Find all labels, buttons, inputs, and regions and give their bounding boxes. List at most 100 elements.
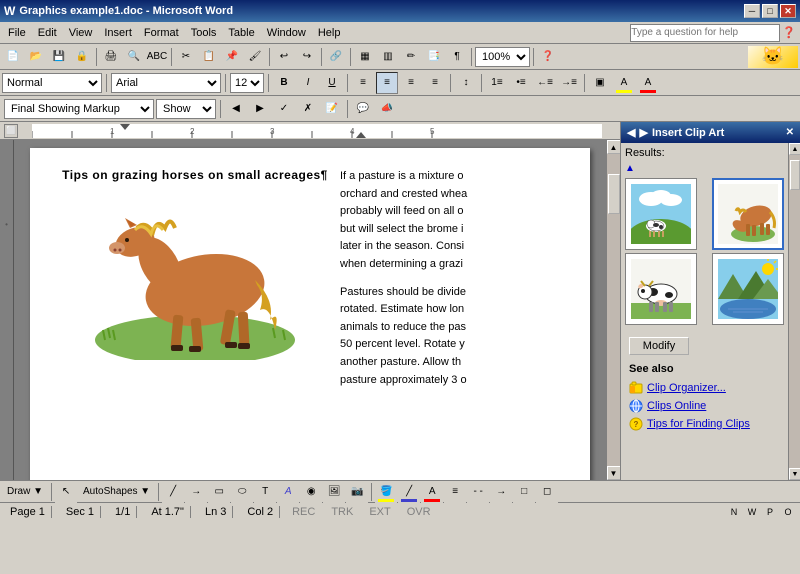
menu-insert[interactable]: Insert (98, 25, 138, 41)
format-painter-button[interactable]: 🖌 (244, 46, 266, 68)
font-color-draw-button[interactable]: A (421, 481, 443, 503)
line-spacing-button[interactable]: ↕ (455, 72, 477, 94)
panel-close-button[interactable]: ✕ (786, 127, 794, 138)
select-objects-button[interactable]: ↖ (55, 481, 77, 503)
panel-header-icons[interactable]: ✕ (786, 127, 794, 138)
textbox-button[interactable]: T (254, 481, 276, 503)
scroll-thumb[interactable] (608, 174, 620, 214)
copy-button[interactable]: 📋 (198, 46, 220, 68)
normal-view-button[interactable]: N (726, 505, 742, 519)
modify-button[interactable]: Modify (629, 337, 689, 355)
arrow-style-button[interactable]: → (490, 481, 512, 503)
hyperlink-button[interactable]: 🔗 (325, 46, 347, 68)
line-color-button[interactable]: ╱ (398, 481, 420, 503)
tips-link[interactable]: ? Tips for Finding Clips (625, 415, 796, 433)
autoshapes-button[interactable]: AutoShapes ▼ (78, 483, 155, 501)
clip-thumb-3[interactable] (625, 253, 697, 325)
menu-help[interactable]: Help (312, 25, 347, 41)
paste-button[interactable]: 📌 (221, 46, 243, 68)
numbering-button[interactable]: 1≡ (486, 72, 508, 94)
page-scroll-container[interactable]: Tips on grazing horses on small acreages… (14, 140, 606, 480)
highlight-button[interactable]: A (613, 72, 635, 94)
line-style-button[interactable]: ≡ (444, 481, 466, 503)
menu-file[interactable]: File (2, 25, 32, 41)
accept-change-button[interactable]: ✓ (273, 98, 295, 120)
bullets-button[interactable]: •≡ (510, 72, 532, 94)
cut-button[interactable]: ✂ (175, 46, 197, 68)
help-search-input[interactable] (630, 24, 780, 42)
diagram-button[interactable]: ◉ (300, 481, 322, 503)
print-layout-button[interactable]: P (762, 505, 778, 519)
scroll-track[interactable] (607, 154, 621, 466)
picture-button[interactable]: 📷 (346, 481, 368, 503)
wordart-button[interactable]: A (277, 481, 299, 503)
shadow-button[interactable]: □ (513, 481, 535, 503)
comment-button[interactable]: 💬 (352, 98, 374, 120)
panel-vertical-scroll[interactable]: ▲ ▼ (788, 143, 800, 480)
prev-change-button[interactable]: ◀ (225, 98, 247, 120)
panel-scroll-up-button[interactable]: ▲ (625, 163, 635, 174)
italic-button[interactable]: I (297, 72, 319, 94)
show-select[interactable]: Show (156, 99, 216, 119)
dash-style-button[interactable]: - - (467, 481, 489, 503)
clip-organizer-link[interactable]: Clip Organizer... (625, 379, 796, 397)
draw-menu-button[interactable]: Draw ▼ (2, 483, 48, 501)
style-select[interactable]: Normal (2, 73, 102, 93)
menu-edit[interactable]: Edit (32, 25, 63, 41)
decrease-indent-button[interactable]: ←≡ (534, 72, 556, 94)
panel-scroll-down-arrow[interactable]: ▼ (789, 468, 800, 480)
web-view-button[interactable]: W (744, 505, 760, 519)
zoom-select[interactable]: 100% 75% 150% (475, 47, 530, 67)
oval-button[interactable]: ⬭ (231, 481, 253, 503)
outside-border-button[interactable]: ▣ (589, 72, 611, 94)
table-button[interactable]: ▦ (354, 46, 376, 68)
save-button[interactable]: 💾 (48, 46, 70, 68)
fill-color-button[interactable]: 🪣 (375, 481, 397, 503)
review-mode-select[interactable]: Final Showing Markup Final Original (4, 99, 154, 119)
clipart-button[interactable]: 🖼 (323, 481, 345, 503)
track-changes-button[interactable]: 📝 (321, 98, 343, 120)
reject-change-button[interactable]: ✗ (297, 98, 319, 120)
menu-tools[interactable]: Tools (185, 25, 223, 41)
clips-online-link[interactable]: Clips Online (625, 397, 796, 415)
menu-table[interactable]: Table (222, 25, 260, 41)
increase-indent-button[interactable]: →≡ (558, 72, 580, 94)
outline-view-button[interactable]: O (780, 505, 796, 519)
rectangle-button[interactable]: ▭ (208, 481, 230, 503)
clip-thumb-2[interactable] (712, 178, 784, 250)
clip-art-back-icon[interactable]: ◀ (627, 126, 635, 139)
title-bar-controls[interactable]: ─ □ ✕ (744, 4, 796, 18)
new-button[interactable]: 📄 (2, 46, 24, 68)
panel-scroll-up-arrow[interactable]: ▲ (789, 143, 800, 155)
spell-button[interactable]: ABC (146, 46, 168, 68)
menu-view[interactable]: View (63, 25, 99, 41)
clip-thumb-1[interactable] (625, 178, 697, 250)
undo-button[interactable]: ↩ (273, 46, 295, 68)
menu-window[interactable]: Window (261, 25, 312, 41)
panel-scroll-thumb[interactable] (790, 160, 800, 190)
underline-button[interactable]: U (321, 72, 343, 94)
menu-format[interactable]: Format (138, 25, 185, 41)
line-button[interactable]: ╱ (162, 481, 184, 503)
redo-button[interactable]: ↪ (296, 46, 318, 68)
align-center-button[interactable]: ≡ (376, 72, 398, 94)
3d-button[interactable]: ◻ (536, 481, 558, 503)
font-select[interactable]: Arial (111, 73, 221, 93)
drawing-button[interactable]: ✏ (400, 46, 422, 68)
show-hide-button[interactable]: ¶ (446, 46, 468, 68)
print-button[interactable]: 🖨 (100, 46, 122, 68)
columns-button[interactable]: ▥ (377, 46, 399, 68)
open-button[interactable]: 📂 (25, 46, 47, 68)
new-comment-button[interactable]: 📣 (376, 98, 398, 120)
close-button[interactable]: ✕ (780, 4, 796, 18)
arrow-button[interactable]: → (185, 481, 207, 503)
align-left-button[interactable]: ≡ (352, 72, 374, 94)
vertical-scrollbar[interactable]: ▲ ▼ (606, 140, 620, 480)
clip-thumb-4[interactable] (712, 253, 784, 325)
minimize-button[interactable]: ─ (744, 4, 760, 18)
help-button[interactable]: ❓ (537, 46, 559, 68)
justify-button[interactable]: ≡ (424, 72, 446, 94)
document-map-button[interactable]: 📑 (423, 46, 445, 68)
permission-button[interactable]: 🔒 (71, 46, 93, 68)
scroll-up-button[interactable]: ▲ (607, 140, 621, 154)
